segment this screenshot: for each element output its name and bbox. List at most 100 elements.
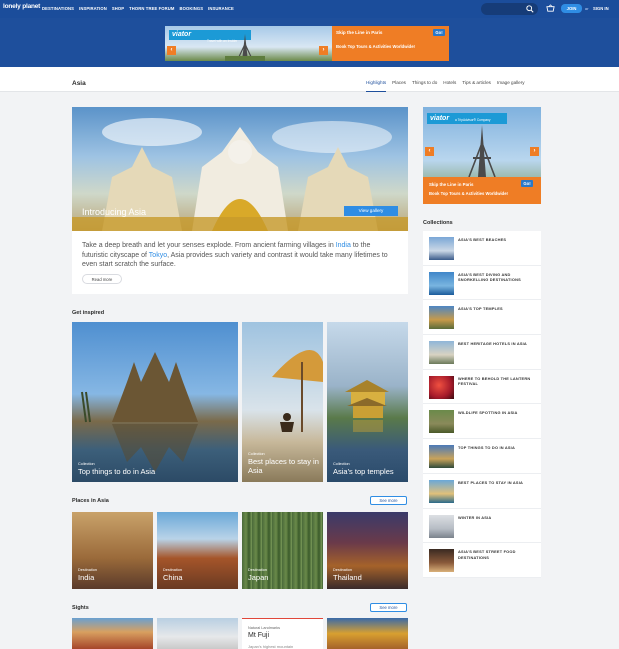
collection-thumbnail — [429, 549, 454, 573]
ad-subline: Book Top Tours & Activities Worldwide! — [336, 44, 415, 49]
tokyo-link[interactable]: Tokyo — [149, 252, 167, 259]
india-link[interactable]: India — [336, 242, 351, 249]
angkor-wat-graphic — [81, 352, 198, 472]
side-ad-text-panel: Skip the Line in Paris Go! Book Top Tour… — [423, 177, 541, 204]
lonely-planet-logo[interactable]: lonely planet — [3, 3, 40, 10]
collection-label: ASIA'S BEST STREET FOOD DESTINATIONS — [458, 549, 516, 560]
place-tile-china[interactable]: Destination China — [157, 512, 238, 589]
nav-insurance[interactable]: INSURANCE — [208, 6, 234, 11]
tab-highlights[interactable]: Highlights — [366, 80, 387, 92]
collection-label: WHERE TO BEHOLD THE LANTERN FESTIVAL — [458, 375, 531, 387]
tile-name: Japan — [248, 573, 269, 582]
collection-item[interactable]: ASIA'S TOP TEMPLES — [423, 300, 541, 336]
sights-see-more-button[interactable]: See more — [370, 603, 407, 612]
collection-item[interactable]: WILDLIFE SPOTTING IN ASIA — [423, 404, 541, 440]
intro-text-part: Take a deep breath and let your senses e… — [82, 242, 336, 249]
sight-card[interactable] — [157, 618, 238, 649]
sight-kicker: Natural Landmarks — [248, 626, 281, 630]
ad-headline: Skip the Line in Paris — [336, 30, 383, 35]
sight-name: Mt Fuji — [248, 632, 269, 639]
tile-kicker: Destination — [333, 568, 352, 572]
collection-item[interactable]: WINTER IN ASIA — [423, 509, 541, 544]
sight-card-mt-fuji[interactable]: Natural Landmarks Mt Fuji Japan's highes… — [242, 618, 323, 649]
basket-icon[interactable] — [546, 4, 555, 13]
tab-hotels[interactable]: Hotels — [443, 80, 456, 92]
hero-title: Introducing Asia — [82, 207, 147, 217]
collection-thumbnail — [429, 410, 454, 434]
collection-item[interactable]: TOP THINGS TO DO IN ASIA — [423, 439, 541, 474]
collection-label: ASIA'S TOP TEMPLES — [458, 306, 503, 312]
collection-item[interactable]: WHERE TO BEHOLD THE LANTERN FESTIVAL — [423, 370, 541, 405]
collection-item[interactable]: BEST PLACES TO STAY IN ASIA — [423, 474, 541, 509]
tile-name: China — [163, 573, 183, 582]
viator-brand: viator — [172, 31, 192, 38]
place-tile-india[interactable]: Destination India — [72, 512, 153, 589]
side-ad-headline: Skip the Line in Paris — [429, 182, 474, 187]
sight-card[interactable] — [72, 618, 153, 649]
tile-name: Top things to do in Asia — [78, 467, 156, 476]
collection-item[interactable]: ASIA'S BEST BEACHES — [423, 231, 541, 266]
join-button[interactable]: JOIN — [561, 4, 582, 13]
collection-item[interactable]: ASIA'S BEST STREET FOOD DESTINATIONS — [423, 543, 541, 578]
collection-thumbnail — [429, 306, 454, 330]
search-input[interactable] — [481, 3, 538, 15]
side-ad-subline: Book Top Tours & Activities Worldwide! — [429, 191, 508, 196]
tile-name: Thailand — [333, 573, 362, 582]
nav-bookings[interactable]: BOOKINGS — [179, 6, 203, 11]
eiffel-tower-graphic — [225, 34, 265, 61]
viator-brand: viator — [430, 115, 450, 122]
ad-text-panel: Skip the Line in Paris Go! Book Top Tour… — [332, 26, 449, 61]
collection-thumbnail — [429, 445, 454, 469]
search-icon[interactable] — [526, 5, 534, 13]
tab-tips-articles[interactable]: Tips & articles — [462, 80, 491, 92]
view-gallery-button[interactable]: View gallery — [344, 206, 398, 216]
places-see-more-button[interactable]: See more — [370, 496, 407, 505]
inspired-tile-top-things[interactable]: Collection Top things to do in Asia — [72, 322, 238, 482]
sights-title: Sights — [72, 605, 89, 611]
nav-thorn-tree-forum[interactable]: THORN TREE FORUM — [129, 6, 174, 11]
tab-things-to-do[interactable]: Things to do — [412, 80, 437, 92]
collection-label: TOP THINGS TO DO IN ASIA — [458, 445, 515, 451]
side-ad-prev-arrow[interactable]: ‹ — [425, 147, 434, 156]
nav-shop[interactable]: SHOP — [112, 6, 124, 11]
intro-text: Take a deep breath and let your senses e… — [82, 241, 392, 269]
collection-label: ASIA'S BEST BEACHES — [458, 237, 507, 242]
collection-item[interactable]: ASIA'S BEST DIVING AND SNORKELLING DESTI… — [423, 266, 541, 301]
side-advertisement[interactable]: viator a TripAdvisor® Company ‹ › Skip t… — [423, 107, 541, 204]
page-header — [0, 67, 619, 92]
ad-prev-arrow[interactable]: ‹ — [167, 46, 176, 55]
ad-next-arrow[interactable]: › — [319, 46, 328, 55]
collection-item[interactable]: BEST HERITAGE HOTELS IN ASIA — [423, 335, 541, 370]
top-advertisement[interactable]: viator Travel with an Insider ‹ › Skip t… — [165, 26, 449, 61]
nav-links: DESTINATIONS INSPIRATION SHOP THORN TREE… — [42, 6, 234, 11]
place-tile-thailand[interactable]: Destination Thailand — [327, 512, 408, 589]
inspired-tile-top-temples[interactable]: Collection Asia's top temples — [327, 322, 408, 482]
sight-card[interactable] — [327, 618, 408, 649]
collections-title: Collections — [423, 220, 453, 226]
side-ad-go-button[interactable]: Go! — [521, 180, 533, 187]
collection-thumbnail — [429, 514, 454, 538]
page-title: Asia — [72, 80, 86, 87]
tile-name: Best places to stay in Asia — [248, 457, 319, 475]
hero-image[interactable]: Introducing Asia View gallery — [72, 107, 408, 231]
sight-description: Japan's highest mountain — [248, 644, 294, 649]
place-tile-japan[interactable]: Destination Japan — [242, 512, 323, 589]
sign-in-link[interactable]: SIGN IN — [593, 6, 609, 11]
tab-image-gallery[interactable]: Image gallery — [497, 80, 525, 92]
side-ad-next-arrow[interactable]: › — [530, 147, 539, 156]
tile-name: Asia's top temples — [333, 467, 394, 476]
collection-label: WINTER IN ASIA — [458, 514, 492, 520]
viator-logo: viator a TripAdvisor® Company — [427, 113, 507, 124]
read-more-button[interactable]: Read more — [82, 274, 122, 284]
places-in-asia-title: Places in Asia — [72, 498, 109, 504]
inspired-tile-places-to-stay[interactable]: Collection Best places to stay in Asia — [242, 322, 323, 482]
nav-inspiration[interactable]: INSPIRATION — [79, 6, 107, 11]
tab-places[interactable]: Places — [392, 80, 406, 92]
tile-kicker: Collection — [78, 462, 95, 466]
collection-thumbnail — [429, 375, 454, 399]
ad-image: viator Travel with an Insider ‹ › — [165, 26, 332, 61]
top-navigation: lonely planet DESTINATIONS INSPIRATION S… — [0, 0, 619, 18]
ad-go-button[interactable]: Go! — [433, 29, 445, 36]
nav-destinations[interactable]: DESTINATIONS — [42, 6, 74, 11]
collection-thumbnail — [429, 341, 454, 365]
